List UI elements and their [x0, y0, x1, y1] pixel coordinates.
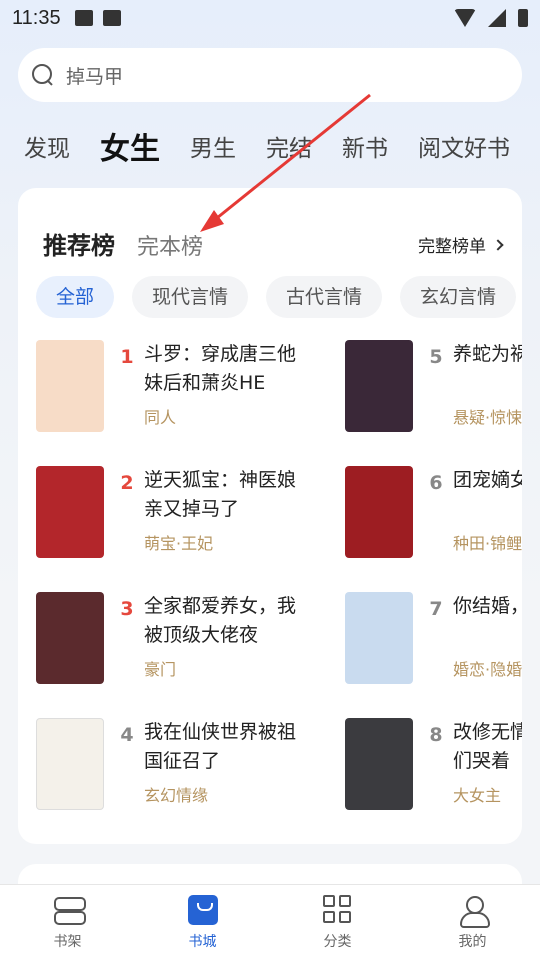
nav-label: 书架 — [53, 934, 82, 950]
book-rank: 1 — [120, 346, 134, 368]
chip-fantasy-romance[interactable]: 玄幻言情 — [400, 276, 517, 318]
book-item[interactable]: 4 我在仙侠世界被祖国征召了 玄幻情缘 — [36, 718, 366, 814]
tab-male[interactable]: 男生 — [190, 129, 236, 163]
book-cover — [345, 592, 413, 684]
book-tag: 大女主 — [453, 786, 502, 805]
book-rank: 7 — [429, 598, 443, 620]
book-cover — [36, 718, 104, 810]
bottom-navigation: 书架 书城 分类 我的 — [0, 884, 540, 960]
tab-completed-ranking[interactable]: 完本榜 — [137, 229, 203, 261]
bookshelf-icon — [53, 895, 86, 925]
tab-recommended-ranking[interactable]: 推荐榜 — [43, 226, 115, 261]
status-time: 11:35 — [12, 6, 61, 29]
book-title: 逆天狐宝：神医娘亲又掉马了 — [144, 469, 297, 520]
book-title: 斗罗：穿成唐三他妹后和萧炎HE — [144, 343, 297, 394]
ranking-book-list: 1 斗罗：穿成唐三他妹后和萧炎HE 同人 2 逆天狐宝：神医娘亲又掉马了 萌宝·… — [18, 338, 522, 818]
signal-icon — [488, 9, 506, 27]
tab-completed[interactable]: 完结 — [266, 129, 312, 163]
book-cover — [36, 466, 104, 558]
book-rank: 2 — [120, 472, 134, 494]
status-bar: 11:35 — [0, 0, 540, 36]
battery-icon — [518, 9, 528, 27]
wifi-icon — [454, 9, 476, 27]
book-rank: 5 — [429, 346, 443, 368]
book-item[interactable]: 7 你结婚，我劫婚 婚恋·隐婚 — [345, 592, 522, 688]
category-chips: 全部 现代言情 古代言情 玄幻言情 — [36, 276, 522, 318]
chip-all[interactable]: 全部 — [36, 276, 115, 318]
book-rank: 6 — [429, 472, 443, 494]
book-tag: 婚恋·隐婚 — [453, 660, 522, 679]
full-list-link[interactable]: 完整榜单 — [418, 232, 504, 257]
book-rank: 4 — [120, 724, 134, 746]
book-tag: 种田·锦鲤 — [453, 534, 522, 553]
book-title: 团宠嫡女好运满满 — [453, 469, 522, 491]
book-rank: 8 — [429, 724, 443, 746]
book-tag: 萌宝·王妃 — [144, 534, 214, 553]
book-cover — [345, 466, 413, 558]
nav-category[interactable]: 分类 — [270, 885, 405, 960]
nav-profile[interactable]: 我的 — [405, 885, 540, 960]
book-item[interactable]: 5 养蛇为祸 悬疑·惊悚 — [345, 340, 522, 436]
book-cover — [36, 340, 104, 432]
nav-label: 分类 — [323, 934, 352, 950]
book-title: 养蛇为祸 — [453, 343, 522, 365]
search-placeholder: 掉马甲 — [66, 65, 124, 88]
book-title: 我在仙侠世界被祖国征召了 — [144, 721, 297, 772]
chip-ancient-romance[interactable]: 古代言情 — [266, 276, 383, 318]
book-cover — [36, 592, 104, 684]
book-tag: 同人 — [144, 408, 177, 427]
tab-female[interactable]: 女生 — [100, 124, 160, 168]
full-list-label: 完整榜单 — [418, 237, 486, 257]
ranking-card: 推荐榜 完本榜 完整榜单 全部 现代言情 古代言情 玄幻言情 1 斗罗：穿成唐三… — [18, 188, 522, 844]
book-title: 改修无情道后师兄们哭着 — [453, 721, 522, 772]
book-item[interactable]: 3 全家都爱养女，我被顶级大佬夜 豪门 — [36, 592, 366, 688]
tab-yuewen-good-books[interactable]: 阅文好书 — [418, 129, 510, 163]
nav-label: 我的 — [458, 934, 487, 950]
book-title: 你结婚，我劫婚 — [453, 595, 522, 617]
book-item[interactable]: 2 逆天狐宝：神医娘亲又掉马了 萌宝·王妃 — [36, 466, 366, 562]
nav-bookstore[interactable]: 书城 — [135, 885, 270, 960]
book-item[interactable]: 1 斗罗：穿成唐三他妹后和萧炎HE 同人 — [36, 340, 366, 436]
book-cover — [345, 340, 413, 432]
bookstore-icon — [187, 895, 218, 925]
book-tag: 豪门 — [144, 660, 177, 679]
book-tag: 悬疑·惊悚 — [453, 408, 522, 427]
book-rank: 3 — [120, 598, 134, 620]
ranking-tabs: 推荐榜 完本榜 — [43, 226, 203, 261]
tab-new-books[interactable]: 新书 — [342, 129, 388, 163]
book-title: 全家都爱养女，我被顶级大佬夜 — [144, 595, 297, 646]
book-tag: 玄幻情缘 — [144, 786, 209, 805]
nav-label: 书城 — [188, 934, 217, 950]
nav-bookshelf[interactable]: 书架 — [0, 885, 135, 960]
book-item[interactable]: 8 改修无情道后师兄们哭着 大女主 — [345, 718, 522, 814]
search-icon — [32, 64, 54, 86]
tab-discover[interactable]: 发现 — [24, 129, 70, 163]
category-grid-icon — [322, 895, 353, 925]
channel-tabs: 发现 女生 男生 完结 新书 阅文好书 — [0, 118, 540, 174]
chip-modern-romance[interactable]: 现代言情 — [132, 276, 249, 318]
search-bar[interactable]: 掉马甲 — [18, 48, 522, 102]
profile-icon — [458, 895, 490, 928]
book-item[interactable]: 6 团宠嫡女好运满满 种田·锦鲤 — [345, 466, 522, 562]
book-cover — [345, 718, 413, 810]
image-notification-icon — [74, 10, 93, 26]
chevron-right-icon — [492, 238, 504, 251]
app-notification-icon — [102, 10, 121, 26]
